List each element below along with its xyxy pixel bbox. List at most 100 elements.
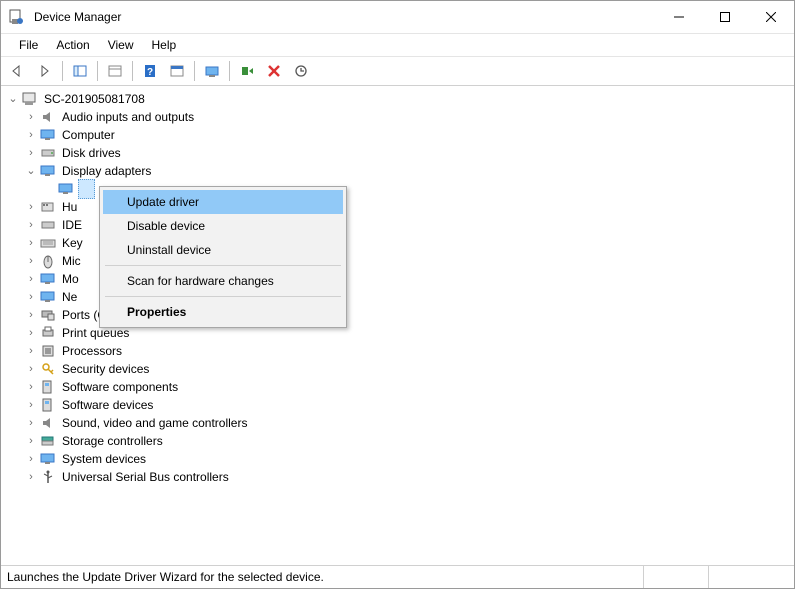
expand-icon[interactable]: › <box>23 397 39 413</box>
expand-icon[interactable]: › <box>23 469 39 485</box>
tree-label: Security devices <box>60 360 151 378</box>
expand-icon[interactable]: › <box>23 199 39 215</box>
expand-icon[interactable]: › <box>23 271 39 287</box>
collapse-icon[interactable]: ⌄ <box>23 163 39 179</box>
menu-file[interactable]: File <box>11 36 46 54</box>
expand-icon[interactable]: › <box>23 109 39 125</box>
toolbar-separator <box>229 61 230 81</box>
ctx-properties[interactable]: Properties <box>103 300 343 324</box>
display-adapter-icon <box>57 181 74 197</box>
tree-label: Mic <box>60 252 83 270</box>
titlebar: Device Manager <box>1 1 794 34</box>
key-icon <box>39 361 56 377</box>
tree-node-disk[interactable]: › Disk drives <box>5 144 790 162</box>
collapse-icon[interactable]: ⌄ <box>5 91 21 107</box>
expand-icon[interactable]: › <box>23 145 39 161</box>
tree-label: Ne <box>60 288 79 306</box>
menubar: File Action View Help <box>1 34 794 57</box>
tree-node-storage[interactable]: › Storage controllers <box>5 432 790 450</box>
tree-label: Sound, video and game controllers <box>60 414 249 432</box>
expand-icon[interactable]: › <box>23 307 39 323</box>
tree-node-usb[interactable]: › Universal Serial Bus controllers <box>5 468 790 486</box>
properties-button[interactable] <box>102 58 128 84</box>
expand-icon[interactable]: › <box>23 415 39 431</box>
expand-icon[interactable]: › <box>23 253 39 269</box>
disable-button[interactable] <box>288 58 314 84</box>
ctx-update-driver[interactable]: Update driver <box>103 190 343 214</box>
calendar-icon[interactable] <box>164 58 190 84</box>
tree-label: Key <box>60 234 85 252</box>
tree-label: Universal Serial Bus controllers <box>60 468 231 486</box>
expand-icon[interactable]: › <box>23 127 39 143</box>
expand-icon[interactable]: › <box>23 433 39 449</box>
expand-icon[interactable]: › <box>23 451 39 467</box>
ctx-scan-hardware[interactable]: Scan for hardware changes <box>103 269 343 293</box>
hid-icon <box>39 199 56 215</box>
tree-label: System devices <box>60 450 148 468</box>
tree-label-selected <box>78 179 95 199</box>
tree-node-audio[interactable]: › Audio inputs and outputs <box>5 108 790 126</box>
tree-label: Disk drives <box>60 144 123 162</box>
tree-node-softdev[interactable]: › Software devices <box>5 396 790 414</box>
scan-hardware-button[interactable] <box>199 58 225 84</box>
tree-node-display[interactable]: ⌄ Display adapters <box>5 162 790 180</box>
speaker-icon <box>39 415 56 431</box>
tree-label: Software devices <box>60 396 155 414</box>
display-adapter-icon <box>39 163 56 179</box>
menu-view[interactable]: View <box>100 36 142 54</box>
usb-icon <box>39 469 56 485</box>
tree-node-softcomp[interactable]: › Software components <box>5 378 790 396</box>
expand-icon[interactable]: › <box>23 343 39 359</box>
minimize-button[interactable] <box>656 2 702 32</box>
monitor-icon <box>39 127 56 143</box>
status-text: Launches the Update Driver Wizard for th… <box>1 566 644 588</box>
tree-label: Audio inputs and outputs <box>60 108 196 126</box>
menu-help[interactable]: Help <box>144 36 185 54</box>
forward-button[interactable] <box>32 58 58 84</box>
network-icon <box>39 289 56 305</box>
tree-root[interactable]: ⌄ SC-201905081708 <box>5 90 790 108</box>
uninstall-button[interactable] <box>261 58 287 84</box>
ctx-disable-device[interactable]: Disable device <box>103 214 343 238</box>
context-menu: Update driver Disable device Uninstall d… <box>99 186 347 328</box>
printer-icon <box>39 325 56 341</box>
ports-icon <box>39 307 56 323</box>
maximize-button[interactable] <box>702 2 748 32</box>
status-cell <box>709 566 794 588</box>
toolbar-separator <box>97 61 98 81</box>
keyboard-icon <box>39 235 56 251</box>
system-icon <box>39 451 56 467</box>
show-hide-tree-button[interactable] <box>67 58 93 84</box>
tree-label: Storage controllers <box>60 432 165 450</box>
storage-icon <box>39 433 56 449</box>
expand-icon[interactable]: › <box>23 325 39 341</box>
tree-node-sysdev[interactable]: › System devices <box>5 450 790 468</box>
update-driver-button[interactable] <box>234 58 260 84</box>
expand-icon[interactable]: › <box>23 217 39 233</box>
ctx-uninstall-device[interactable]: Uninstall device <box>103 238 343 262</box>
help-button[interactable]: ? <box>137 58 163 84</box>
monitor-icon <box>39 271 56 287</box>
close-button[interactable] <box>748 2 794 32</box>
ide-icon <box>39 217 56 233</box>
tree-label: IDE <box>60 216 84 234</box>
expand-icon[interactable]: › <box>23 289 39 305</box>
menu-action[interactable]: Action <box>48 36 97 54</box>
tree-label: Processors <box>60 342 124 360</box>
ctx-separator <box>105 265 341 266</box>
tree-node-computer[interactable]: › Computer <box>5 126 790 144</box>
cpu-icon <box>39 343 56 359</box>
tree-node-security[interactable]: › Security devices <box>5 360 790 378</box>
expand-icon[interactable]: › <box>23 361 39 377</box>
window-title: Device Manager <box>34 10 121 24</box>
expand-icon[interactable]: › <box>23 379 39 395</box>
toolbar-separator <box>194 61 195 81</box>
expand-icon[interactable]: › <box>23 235 39 251</box>
svg-text:?: ? <box>147 67 153 78</box>
back-button[interactable] <box>5 58 31 84</box>
tree-label: Mo <box>60 270 81 288</box>
tree-node-processors[interactable]: › Processors <box>5 342 790 360</box>
tree-node-sound[interactable]: › Sound, video and game controllers <box>5 414 790 432</box>
tree-label: Software components <box>60 378 180 396</box>
ctx-separator <box>105 296 341 297</box>
